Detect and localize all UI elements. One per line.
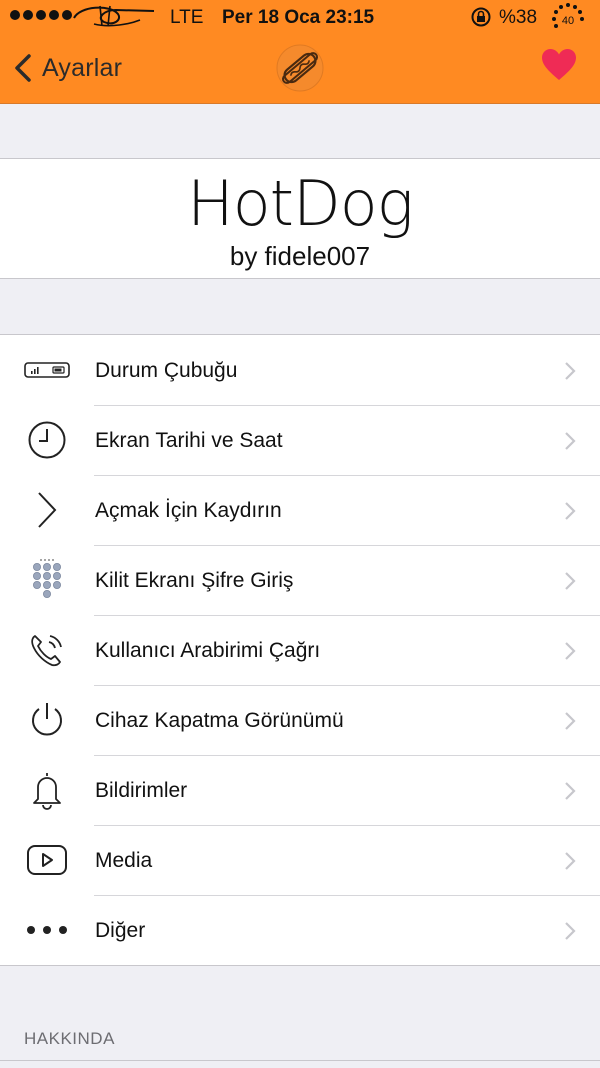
menu-item-notifications[interactable]: Bildirimler bbox=[0, 755, 600, 825]
menu-item-label: Kilit Ekranı Şifre Giriş bbox=[95, 569, 294, 592]
chevron-right-icon bbox=[565, 782, 576, 800]
app-header-card: HotDog by fidele007 bbox=[0, 158, 600, 279]
phone-call-icon bbox=[22, 630, 72, 670]
carrier-signature-icon bbox=[73, 5, 155, 27]
menu-item-power-off-view[interactable]: Cihaz Kapatma Görünümü bbox=[0, 685, 600, 755]
menu-item-label: Diğer bbox=[95, 919, 146, 942]
chevron-right-icon bbox=[565, 852, 576, 870]
menu-item-date-time[interactable]: Ekran Tarihi ve Saat bbox=[0, 405, 600, 475]
menu-item-passcode-keypad[interactable]: Kilit Ekranı Şifre Giriş bbox=[0, 545, 600, 615]
menu-item-call-ui[interactable]: Kullanıcı Arabirimi Çağrı bbox=[0, 615, 600, 685]
menu-item-other[interactable]: Diğer bbox=[0, 895, 600, 965]
chevron-right-icon bbox=[565, 572, 576, 590]
menu-item-label: Cihaz Kapatma Görünümü bbox=[95, 709, 344, 732]
signal-strength-icon bbox=[10, 10, 72, 20]
status-bar-icon bbox=[22, 350, 72, 390]
chevron-right-icon bbox=[565, 642, 576, 660]
chevron-right-icon bbox=[565, 922, 576, 940]
status-bar: LTE Per 18 Oca 23:15 %38 40 bbox=[0, 0, 600, 34]
menu-item-slide-to-unlock[interactable]: Açmak İçin Kaydırın bbox=[0, 475, 600, 545]
chevron-right-icon bbox=[565, 712, 576, 730]
chevron-right-icon bbox=[565, 362, 576, 380]
power-icon bbox=[22, 700, 72, 740]
keypad-icon bbox=[22, 559, 72, 600]
heart-icon[interactable] bbox=[541, 48, 577, 82]
section-header-about: HAKKINDA bbox=[24, 1029, 115, 1048]
app-subtitle: by fidele007 bbox=[229, 241, 371, 271]
chevron-right-icon bbox=[565, 432, 576, 450]
more-dots-icon bbox=[22, 910, 72, 950]
menu-item-label: Media bbox=[95, 849, 153, 872]
status-datetime: Per 18 Oca 23:15 bbox=[222, 7, 375, 28]
menu-item-media[interactable]: Media bbox=[0, 825, 600, 895]
menu-item-status-bar[interactable]: Durum Çubuğu bbox=[0, 335, 600, 405]
menu-item-label: Durum Çubuğu bbox=[95, 359, 238, 382]
app-title: HotDog bbox=[187, 167, 414, 240]
network-type: LTE bbox=[170, 7, 204, 28]
menu-item-label: Bildirimler bbox=[95, 779, 188, 802]
top-bar: LTE Per 18 Oca 23:15 %38 40 Ayarlar bbox=[0, 0, 600, 104]
battery-ring-icon: 40 bbox=[552, 3, 584, 28]
back-button-label: Ayarlar bbox=[42, 53, 123, 82]
menu-item-label: Kullanıcı Arabirimi Çağrı bbox=[95, 639, 321, 662]
back-button[interactable]: Ayarlar bbox=[12, 50, 122, 86]
clock-icon bbox=[22, 420, 72, 460]
hotdog-icon bbox=[276, 44, 324, 92]
chevron-right-icon bbox=[565, 502, 576, 520]
menu-item-label: Ekran Tarihi ve Saat bbox=[95, 429, 283, 452]
rotation-lock-icon bbox=[471, 7, 491, 27]
chevron-left-icon bbox=[15, 54, 31, 82]
divider bbox=[0, 1060, 600, 1061]
settings-menu: Durum Çubuğu Ekran Tarihi ve Saat Açmak … bbox=[0, 334, 600, 966]
play-icon bbox=[22, 840, 72, 880]
chevron-right-icon bbox=[22, 490, 72, 530]
menu-item-label: Açmak İçin Kaydırın bbox=[95, 499, 282, 522]
battery-percentage: %38 bbox=[499, 7, 538, 28]
bell-icon bbox=[22, 770, 72, 810]
battery-ring-value: 40 bbox=[562, 15, 574, 27]
